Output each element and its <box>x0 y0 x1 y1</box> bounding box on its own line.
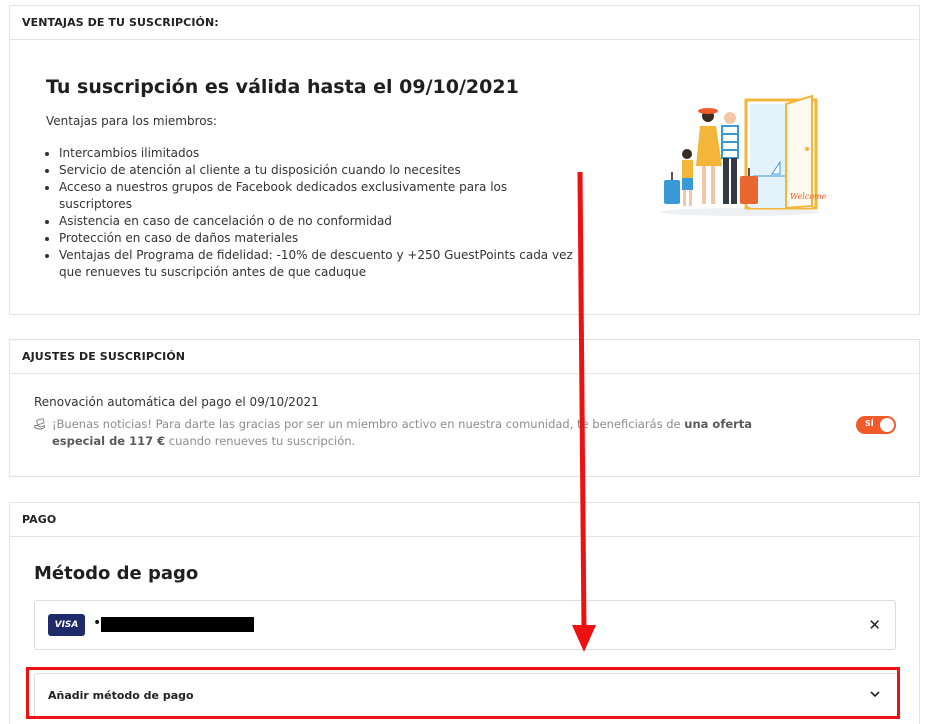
renewal-offer-text: ¡Buenas noticias! Para darte las gracias… <box>52 416 804 450</box>
benefit-item: Asistencia en caso de cancelación o de n… <box>59 213 579 230</box>
toggle-label: SÍ <box>865 419 874 428</box>
subscription-benefits-panel: VENTAJAS DE TU SUSCRIPCIÓN: Tu suscripci… <box>9 5 920 315</box>
add-payment-method-label: Añadir método de pago <box>48 689 194 702</box>
benefits-header: VENTAJAS DE TU SUSCRIPCIÓN: <box>10 6 919 40</box>
renewal-offer-notice: ¡Buenas noticias! Para darte las gracias… <box>34 416 804 450</box>
welcome-sign-text: Welcome <box>790 192 827 201</box>
add-payment-method-row[interactable]: Añadir método de pago <box>34 673 898 717</box>
benefits-lead: Ventajas para los miembros: <box>46 114 217 128</box>
auto-renew-toggle[interactable]: SÍ <box>856 416 896 434</box>
benefit-item: Servicio de atención al cliente a tu dis… <box>59 162 579 179</box>
benefit-item: Acceso a nuestros grupos de Facebook ded… <box>59 179 579 213</box>
subscription-valid-title: Tu suscripción es válida hasta el 09/10/… <box>46 76 519 98</box>
benefit-item: Ventajas del Programa de fidelidad: -10%… <box>59 247 579 281</box>
subscription-settings-panel: AJUSTES DE SUSCRIPCIÓN Renovación automá… <box>9 339 920 477</box>
auto-renew-label: Renovación automática del pago el 09/10/… <box>34 395 319 409</box>
close-icon[interactable]: ✕ <box>868 616 881 634</box>
saved-card-row: VISA • ✕ <box>34 600 896 650</box>
benefits-list: Intercambios ilimitados Servicio de aten… <box>46 145 579 281</box>
visa-card-icon: VISA <box>48 614 85 636</box>
chevron-down-icon[interactable] <box>867 686 883 702</box>
payment-header: PAGO <box>10 503 919 537</box>
notice-suffix: cuando renueves tu suscripción. <box>165 434 356 448</box>
payment-panel: PAGO Método de pago VISA • ✕ Añadir méto… <box>9 502 920 724</box>
family-travel-illustration: Welcome <box>660 94 827 216</box>
settings-header: AJUSTES DE SUSCRIPCIÓN <box>10 340 919 374</box>
toggle-knob <box>880 418 894 432</box>
notice-prefix: ¡Buenas noticias! Para darte las gracias… <box>51 417 685 431</box>
benefit-item: Intercambios ilimitados <box>59 145 579 162</box>
redacted-card-number <box>101 617 254 632</box>
money-hand-icon <box>34 418 45 430</box>
benefit-item: Protección en caso de daños materiales <box>59 230 579 247</box>
payment-method-title: Método de pago <box>34 563 199 584</box>
